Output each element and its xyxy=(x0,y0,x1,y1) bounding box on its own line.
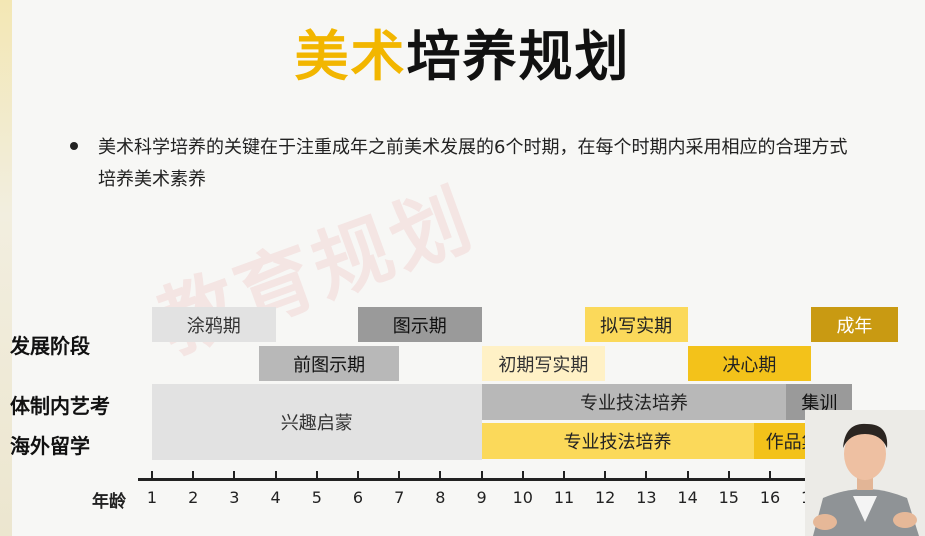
x-tick-label: 11 xyxy=(553,488,575,507)
bar-domestic-1: 专业技法培养 xyxy=(481,384,787,420)
x-tick-label: 8 xyxy=(435,488,446,507)
x-tick-label: 15 xyxy=(718,488,739,507)
x-tick xyxy=(727,471,730,478)
x-tick-label: 12 xyxy=(595,488,616,507)
x-tick-label: 5 xyxy=(311,488,322,507)
bar-label: 前图示期 xyxy=(293,354,366,376)
x-tick-label: 1 xyxy=(146,488,158,507)
x-tick xyxy=(480,471,483,478)
bar-label: 兴趣启蒙 xyxy=(280,413,353,434)
x-tick xyxy=(645,471,648,478)
x-tick-label: 6 xyxy=(352,488,364,507)
x-tick xyxy=(521,471,524,478)
bar-stage-1: 前图示期 xyxy=(259,346,400,381)
bar-label: 成年 xyxy=(836,315,873,337)
x-tick xyxy=(192,471,195,478)
page-title: 美术培养规划 xyxy=(0,12,925,91)
bar-label: 涂鸦期 xyxy=(186,315,241,337)
x-axis-line xyxy=(138,478,894,481)
bar-label: 专业技法培养 xyxy=(580,393,689,414)
bar-stage-2: 图示期 xyxy=(358,307,482,342)
bar-label: 初期写实期 xyxy=(498,354,589,376)
x-tick xyxy=(274,471,277,478)
x-tick-label: 14 xyxy=(677,488,698,507)
x-tick xyxy=(357,471,359,478)
x-tick xyxy=(233,471,236,478)
bar-label: 专业技法培养 xyxy=(563,432,672,453)
x-tick-label: 13 xyxy=(636,488,657,507)
bar-stage-5: 决心期 xyxy=(687,346,812,381)
title-highlight: 美术 xyxy=(294,25,407,88)
bar-stage-6: 成年 xyxy=(811,307,898,342)
presenter-avatar xyxy=(805,410,925,536)
x-tick-label: 4 xyxy=(270,488,281,507)
row-label-overseas: 海外留学 xyxy=(10,434,90,458)
description-text: 美术科学培养的关键在于注重成年之前美术发展的6个时期，在每个时期内采用相应的合理… xyxy=(98,137,848,190)
bar-label: 拟写实期 xyxy=(600,315,673,337)
x-tick-label: 16 xyxy=(759,488,781,507)
x-tick-label: 7 xyxy=(394,488,405,507)
x-tick-label: 9 xyxy=(476,488,487,507)
x-tick xyxy=(604,471,607,478)
x-tick-label: 10 xyxy=(512,488,533,507)
bar-label: 图示期 xyxy=(392,315,447,337)
x-tick-label: 3 xyxy=(229,488,240,507)
x-tick xyxy=(315,471,318,478)
bar-stage-3: 初期写实期 xyxy=(481,346,606,381)
x-tick xyxy=(769,471,771,478)
x-tick xyxy=(439,471,442,478)
bar-stage-4: 拟写实期 xyxy=(584,307,688,342)
x-tick xyxy=(686,471,689,478)
bar-overseas-0: 专业技法培养 xyxy=(481,423,754,459)
x-tick xyxy=(398,471,401,478)
x-tick xyxy=(563,471,565,478)
row-label-stage: 发展阶段 xyxy=(10,334,90,358)
bar-stage-0: 涂鸦期 xyxy=(152,307,276,342)
x-tick xyxy=(151,471,153,478)
title-rest: 培养规划 xyxy=(406,25,631,88)
bar-domestic-0: 兴趣启蒙 xyxy=(152,384,482,460)
bullet-dot xyxy=(70,142,78,150)
x-tick-label: 2 xyxy=(188,488,199,507)
presenter-video xyxy=(805,410,925,536)
bar-label: 决心期 xyxy=(722,354,777,376)
x-axis-title: 年龄 xyxy=(92,492,126,512)
row-label-domestic: 体制内艺考 xyxy=(10,394,110,418)
